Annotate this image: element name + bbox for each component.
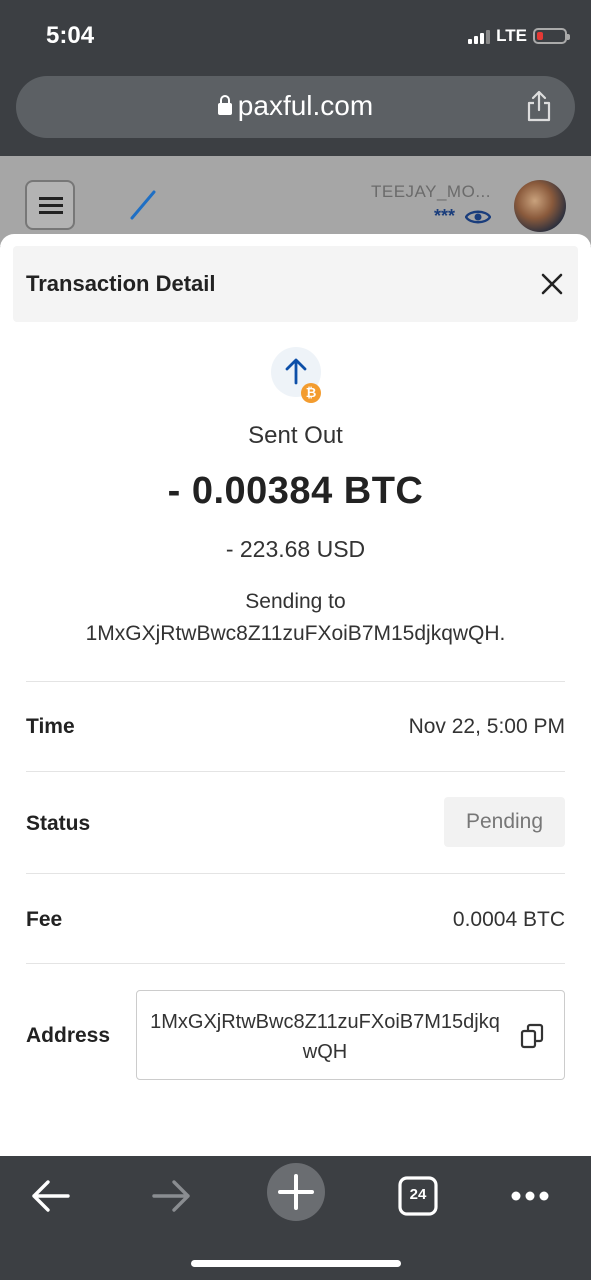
status-time: 5:04: [46, 22, 95, 49]
signal-icon: [468, 29, 491, 44]
username[interactable]: TEEJAY_MO...: [371, 182, 491, 202]
fee-label: Fee: [26, 908, 63, 931]
divider: [26, 873, 565, 874]
share-icon[interactable]: [525, 90, 553, 122]
transaction-direction: Sent Out: [248, 422, 343, 449]
status-badge: Pending: [444, 797, 565, 847]
home-indicator: [191, 1260, 401, 1267]
usd-amount: - 223.68 USD: [225, 536, 366, 562]
fee-value: 0.0004 BTC: [452, 908, 565, 931]
copy-icon[interactable]: [520, 1023, 544, 1049]
sending-to-address: 1MxGXjRtwBwc8Z11zuFXoiB7M15djkqwQH.: [85, 622, 506, 645]
new-tab-plus-icon[interactable]: [266, 1162, 326, 1222]
transaction-type-icon: ₿: [271, 347, 321, 403]
url-bar[interactable]: paxful.com: [16, 76, 575, 138]
forward-arrow-icon[interactable]: [144, 1168, 200, 1224]
lock-icon: [217, 95, 232, 115]
battery-icon: [533, 28, 570, 44]
transaction-detail-sheet: Transaction Detail ₿ Sent Out - 0.00384 …: [0, 234, 591, 1156]
close-icon[interactable]: [540, 272, 564, 296]
sending-to-label: Sending to: [245, 590, 346, 613]
url-text: paxful.com: [237, 90, 374, 121]
sheet-header: Transaction Detail: [13, 246, 578, 322]
hamburger-menu-button[interactable]: [25, 180, 75, 230]
address-value: 1MxGXjRtwBwc8Z11zuFXoiB7M15djkqwQH: [150, 1011, 500, 1063]
divider: [26, 963, 565, 964]
arrow-up-icon: [285, 358, 307, 385]
sheet-title: Transaction Detail: [26, 271, 216, 296]
network-label: LTE: [496, 26, 527, 45]
status-indicators: LTE: [468, 26, 570, 46]
divider: [26, 771, 565, 772]
eye-icon[interactable]: [465, 208, 491, 226]
paxful-logo-icon: [130, 190, 156, 220]
divider: [26, 681, 565, 682]
back-arrow-icon[interactable]: [22, 1168, 78, 1224]
status-label: Status: [26, 812, 91, 835]
btc-amount: - 0.00384 BTC: [167, 470, 424, 512]
address-field[interactable]: 1MxGXjRtwBwc8Z11zuFXoiB7M15djkqwQH: [136, 990, 565, 1080]
tab-count: 24: [409, 1186, 427, 1203]
address-label: Address: [26, 1024, 111, 1047]
masked-balance: ***: [433, 206, 455, 226]
page-header-dimmed: TEEJAY_MO... ***: [0, 156, 591, 246]
more-options-icon[interactable]: [502, 1168, 558, 1224]
bitcoin-badge-icon: ₿: [301, 383, 321, 403]
time-value: Nov 22, 5:00 PM: [408, 715, 565, 738]
avatar[interactable]: [514, 180, 566, 232]
tabs-button[interactable]: 24: [390, 1168, 446, 1224]
time-label: Time: [26, 715, 75, 738]
status-bar: 5:04 LTE: [0, 0, 591, 72]
